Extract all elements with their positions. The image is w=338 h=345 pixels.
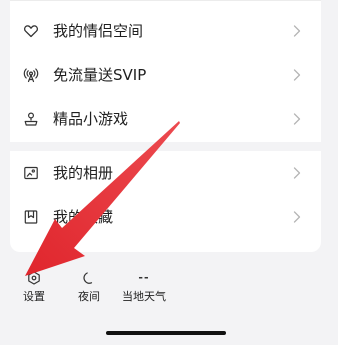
moon-icon [82, 270, 96, 286]
settings-button[interactable]: 设置 [20, 270, 48, 304]
menu-item-my-album[interactable]: 我的相册 [10, 151, 321, 195]
menu-item-label: 我的情侣空间 [53, 22, 144, 40]
menu-group-primary: 我的情侣空间 免流量送SVIP 精品小游戏 [10, 9, 321, 141]
heart-icon [23, 23, 39, 39]
menu-item-label: 免流量送SVIP [53, 66, 147, 84]
menu-item-label: 我的收藏 [53, 208, 114, 226]
chevron-right-icon [293, 211, 301, 223]
menu-item-free-data-svip[interactable]: 免流量送SVIP [10, 53, 321, 97]
signal-icon [23, 67, 39, 83]
divider [10, 0, 321, 1]
bookmark-icon [23, 209, 39, 225]
night-mode-label: 夜间 [78, 290, 100, 303]
screen: 我的情侣空间 免流量送SVIP 精品小游戏 我的相册 我的收藏 设置 夜间 --… [0, 0, 338, 345]
menu-item-couple-space[interactable]: 我的情侣空间 [10, 9, 321, 53]
game-icon [23, 111, 39, 127]
menu-item-my-favorites[interactable]: 我的收藏 [10, 195, 321, 239]
hexagon-settings-icon [27, 270, 41, 286]
menu-card: 我的情侣空间 免流量送SVIP 精品小游戏 我的相册 我的收藏 [10, 0, 321, 252]
chevron-right-icon [293, 25, 301, 37]
menu-item-mini-games[interactable]: 精品小游戏 [10, 97, 321, 141]
menu-item-label: 我的相册 [53, 164, 114, 182]
menu-group-secondary: 我的相册 我的收藏 [10, 151, 321, 239]
chevron-right-icon [293, 167, 301, 179]
local-weather-label: 当地天气 [122, 290, 166, 303]
local-weather-button[interactable]: -- 当地天气 [119, 270, 169, 304]
weather-value: -- [138, 271, 150, 284]
chevron-right-icon [293, 113, 301, 125]
menu-item-label: 精品小游戏 [53, 110, 129, 128]
chevron-right-icon [293, 69, 301, 81]
section-divider [10, 142, 321, 151]
settings-label: 设置 [23, 290, 45, 303]
photo-album-icon [23, 165, 39, 181]
night-mode-button[interactable]: 夜间 [74, 270, 104, 304]
home-indicator [106, 331, 226, 335]
